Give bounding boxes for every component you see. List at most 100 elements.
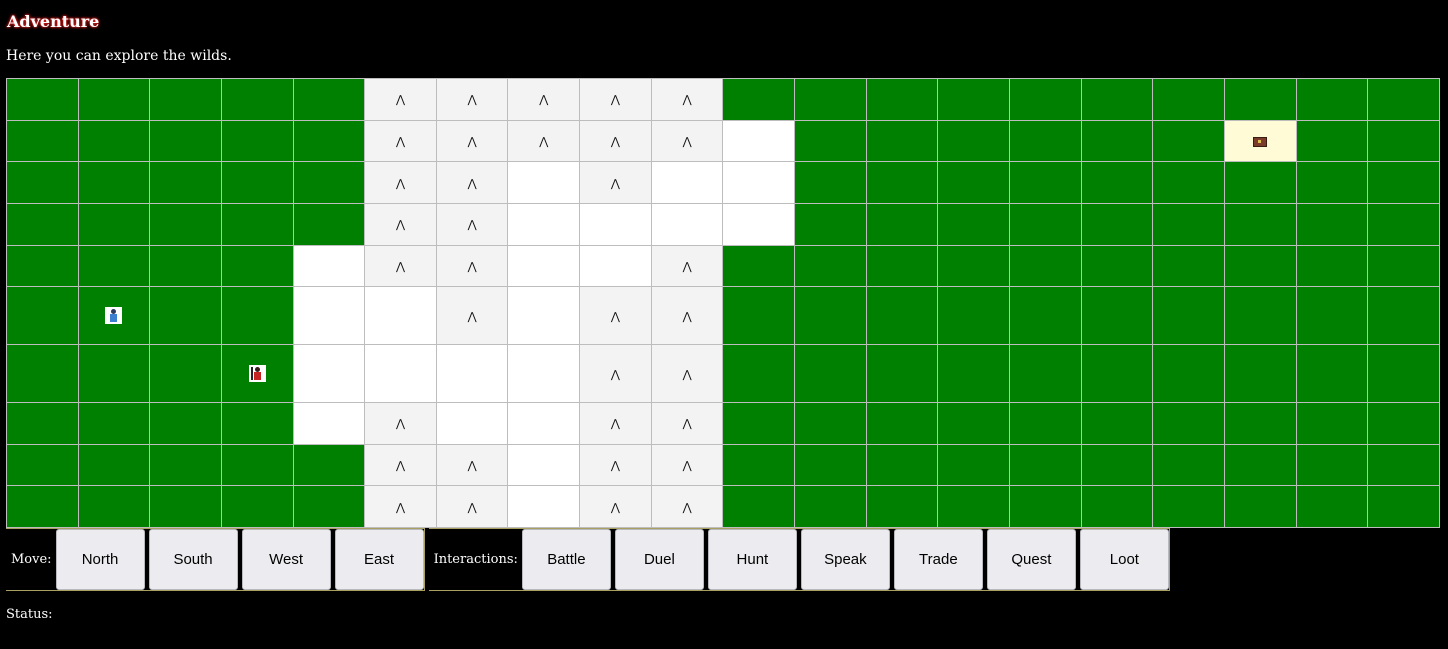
map-tile-grass bbox=[1295, 401, 1369, 445]
battle-button[interactable]: Battle bbox=[521, 529, 611, 590]
map-tile-grass bbox=[149, 78, 222, 121]
map-tile-grass bbox=[220, 485, 294, 528]
north-button[interactable]: North bbox=[55, 529, 145, 590]
map-tile-grass bbox=[1223, 485, 1297, 528]
map-tile-snow bbox=[364, 286, 437, 346]
map-tile-mountain: ⋀ bbox=[435, 244, 509, 288]
map-tile-snow bbox=[507, 161, 581, 205]
map-tile-grass bbox=[6, 443, 79, 487]
map-tile-grass bbox=[292, 78, 366, 121]
page-title: Adventure bbox=[7, 12, 100, 31]
map-tile-grass bbox=[220, 401, 294, 445]
quest-button[interactable]: Quest bbox=[986, 529, 1076, 590]
map-tile-grass bbox=[794, 485, 867, 528]
trade-button[interactable]: Trade bbox=[893, 529, 983, 590]
map-tile-grass bbox=[1295, 443, 1369, 487]
map-tile-grass bbox=[937, 401, 1010, 445]
mountain-icon: ⋀ bbox=[396, 218, 406, 232]
east-button[interactable]: East bbox=[334, 529, 424, 590]
map-tile-grass bbox=[1367, 161, 1440, 205]
map-tile-grass bbox=[1080, 443, 1154, 487]
mountain-icon: ⋀ bbox=[610, 93, 620, 107]
map-tile-grass bbox=[1152, 401, 1225, 445]
map-tile-grass bbox=[1152, 119, 1225, 163]
hunt-button[interactable]: Hunt bbox=[707, 529, 797, 590]
map-tile-mountain: ⋀ bbox=[507, 119, 581, 163]
map-tile-grass bbox=[77, 244, 151, 288]
map-tile-grass bbox=[1295, 485, 1369, 528]
map-tile-grass bbox=[6, 244, 79, 288]
map-row: ⋀ ⋀ ⋀ bbox=[6, 286, 1440, 346]
map-tile-grass bbox=[77, 344, 151, 403]
map-tile-snow bbox=[507, 244, 581, 288]
map-tile-grass bbox=[937, 161, 1010, 205]
map-tile-grass bbox=[1152, 344, 1225, 403]
map-tile-grass bbox=[865, 203, 939, 246]
map-tile-grass bbox=[794, 161, 867, 205]
map-tile-mountain: ⋀ bbox=[650, 119, 724, 163]
south-button[interactable]: South bbox=[148, 529, 238, 590]
map-tile-mountain: ⋀ bbox=[507, 78, 581, 121]
map-tile-grass bbox=[937, 244, 1010, 288]
map-tile-grass bbox=[722, 286, 796, 346]
map-tile-grass bbox=[1080, 286, 1154, 346]
mountain-icon: ⋀ bbox=[539, 93, 549, 107]
map-tile-mountain: ⋀ bbox=[579, 78, 652, 121]
map-row: ⋀ ⋀ bbox=[6, 344, 1440, 403]
speak-button[interactable]: Speak bbox=[800, 529, 890, 590]
loot-button[interactable]: Loot bbox=[1079, 529, 1169, 590]
map-tile-grass bbox=[6, 286, 79, 346]
map-tile-grass bbox=[1152, 244, 1225, 288]
map-tile-grass bbox=[1008, 78, 1082, 121]
map-tile-grass bbox=[722, 244, 796, 288]
map-tile-grass bbox=[77, 485, 151, 528]
map-tile-grass bbox=[6, 161, 79, 205]
map-row: ⋀ ⋀ ⋀ bbox=[6, 244, 1440, 288]
map-row: ⋀ ⋀ ⋀ bbox=[6, 161, 1440, 205]
map-tile-grass bbox=[1080, 203, 1154, 246]
map-tile-grass bbox=[1152, 78, 1225, 121]
map-tile-grass bbox=[1367, 78, 1440, 121]
map-tile-grass bbox=[1008, 401, 1082, 445]
map-tile-grass bbox=[220, 286, 294, 346]
map-tile-grass bbox=[937, 203, 1010, 246]
map-tile-mountain: ⋀ bbox=[579, 344, 652, 403]
map-row: ⋀ ⋀ ⋀ ⋀ bbox=[6, 485, 1440, 528]
map-tile-grass bbox=[794, 344, 867, 403]
status-label: Status: bbox=[6, 607, 53, 622]
duel-button[interactable]: Duel bbox=[614, 529, 704, 590]
map-tile-grass bbox=[77, 78, 151, 121]
map-tile-grass bbox=[722, 344, 796, 403]
map-tile-grass bbox=[220, 161, 294, 205]
map-tile-grass bbox=[865, 161, 939, 205]
mountain-icon: ⋀ bbox=[467, 309, 477, 323]
map-tile-grass bbox=[220, 78, 294, 121]
map-tile-snow bbox=[507, 203, 581, 246]
mountain-icon: ⋀ bbox=[539, 135, 549, 149]
map-tile-grass bbox=[1367, 443, 1440, 487]
mountain-icon: ⋀ bbox=[467, 458, 477, 472]
west-button[interactable]: West bbox=[241, 529, 331, 590]
map-tile-grass bbox=[149, 344, 222, 403]
map-tile-snow bbox=[507, 443, 581, 487]
map-tile-grass bbox=[865, 401, 939, 445]
map-tile-mountain: ⋀ bbox=[579, 286, 652, 346]
map-tile-grass bbox=[149, 401, 222, 445]
map-tile-grass bbox=[1080, 344, 1154, 403]
status-line: Status: bbox=[6, 607, 53, 622]
map-tile-grass bbox=[149, 286, 222, 346]
map-row: ⋀ ⋀ ⋀ bbox=[6, 401, 1440, 445]
mountain-icon: ⋀ bbox=[467, 260, 477, 274]
map-tile-grass bbox=[1080, 161, 1154, 205]
map-tile-grass bbox=[794, 119, 867, 163]
mountain-icon: ⋀ bbox=[610, 309, 620, 323]
mountain-icon: ⋀ bbox=[610, 135, 620, 149]
map-tile-grass bbox=[1152, 286, 1225, 346]
map-tile-grass bbox=[149, 119, 222, 163]
map-tile-mountain: ⋀ bbox=[579, 401, 652, 445]
map-tile-grass bbox=[1008, 119, 1082, 163]
map-tile-grass bbox=[6, 401, 79, 445]
map-tile-grass bbox=[77, 443, 151, 487]
mountain-icon: ⋀ bbox=[610, 500, 620, 514]
map-tile-grass bbox=[292, 119, 366, 163]
